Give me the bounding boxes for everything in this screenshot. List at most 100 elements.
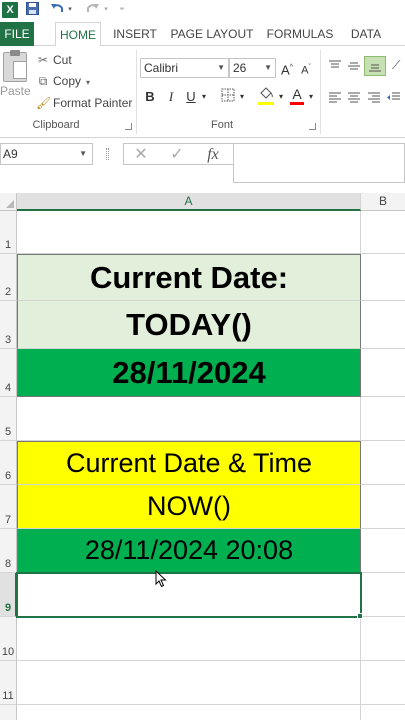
indent-icon: [387, 92, 400, 100]
formula-input[interactable]: [233, 143, 405, 183]
row-header-2[interactable]: 2: [0, 254, 17, 301]
x-icon[interactable]: ✕: [130, 144, 152, 166]
cell-a11[interactable]: [17, 661, 361, 705]
fill-handle[interactable]: [357, 613, 363, 619]
row-number: 1: [4, 239, 12, 251]
align-top-button[interactable]: [328, 60, 342, 75]
cell-a3[interactable]: TODAY(): [17, 301, 361, 349]
customize-toolbar-icon[interactable]: ⁼: [118, 2, 126, 18]
italic-button[interactable]: I: [164, 88, 178, 106]
row-header-6[interactable]: 6: [0, 441, 17, 485]
cell-b5[interactable]: [361, 397, 405, 441]
tab-home[interactable]: HOME: [55, 22, 101, 47]
fill-color-dropdown-icon[interactable]: ▾: [276, 88, 286, 106]
cell-b7[interactable]: [361, 485, 405, 529]
format-painter-button[interactable]: 🖌 Format Painter: [36, 95, 132, 111]
cell-b3[interactable]: [361, 301, 405, 349]
cell-b10[interactable]: [361, 617, 405, 661]
paste-label: Paste: [0, 84, 31, 98]
cell-b1[interactable]: [361, 211, 405, 254]
cell-a7[interactable]: NOW(): [17, 485, 361, 529]
undo-dropdown-icon[interactable]: ▾: [66, 2, 74, 18]
row-header-10[interactable]: 10: [0, 617, 17, 661]
cell-a5[interactable]: [17, 397, 361, 441]
tab-formulas[interactable]: FORMULAS: [265, 22, 335, 46]
row-header-9[interactable]: 9: [0, 573, 17, 617]
cell-a2[interactable]: Current Date:: [17, 254, 361, 301]
align-right-button[interactable]: [367, 91, 381, 106]
row-header-4[interactable]: 4: [0, 349, 17, 397]
cell-b4[interactable]: [361, 349, 405, 397]
cell-a1[interactable]: [17, 211, 361, 254]
row-header-8[interactable]: 8: [0, 529, 17, 573]
column-header-b[interactable]: B: [361, 193, 405, 211]
align-left-button[interactable]: [328, 91, 342, 106]
align-center-button[interactable]: [347, 91, 361, 106]
underline-dropdown-icon[interactable]: ▾: [199, 88, 209, 106]
save-icon[interactable]: [24, 2, 40, 18]
decrease-indent-button[interactable]: [387, 91, 401, 106]
cell-b11[interactable]: [361, 661, 405, 705]
cell-b12[interactable]: [361, 705, 405, 720]
tab-page-layout[interactable]: PAGE LAYOUT: [170, 22, 254, 46]
cell-a6[interactable]: Current Date & Time: [17, 441, 361, 485]
mouse-pointer-icon: [155, 570, 167, 588]
redo-icon[interactable]: [84, 2, 102, 18]
row-header-7[interactable]: 7: [0, 485, 17, 529]
align-middle-button[interactable]: [347, 60, 361, 75]
column-header-a[interactable]: A: [17, 193, 361, 211]
formula-buttons: ✕ ✓ fx: [123, 143, 233, 165]
tab-insert[interactable]: INSERT: [110, 22, 160, 46]
cell-a12[interactable]: [17, 705, 361, 720]
cell-a4[interactable]: 28/11/2024: [17, 349, 361, 397]
cell-b9[interactable]: [361, 573, 405, 617]
shrink-font-button[interactable]: Aˇ: [300, 59, 312, 77]
align-center-icon: [348, 92, 360, 103]
clipboard-launcher-icon[interactable]: [125, 123, 132, 130]
row-header-5[interactable]: 5: [0, 397, 17, 441]
row-header-11[interactable]: 11: [0, 661, 17, 705]
redo-dropdown-icon[interactable]: ▾: [102, 2, 110, 18]
row-number: 2: [4, 286, 12, 298]
name-box[interactable]: A9 ▼: [0, 143, 93, 165]
undo-icon[interactable]: [48, 2, 66, 18]
checkmark-icon[interactable]: ✓: [166, 144, 188, 166]
cell-a10[interactable]: [17, 617, 361, 661]
copy-button[interactable]: ⧉ Copy ▾: [36, 73, 90, 89]
row-header-12[interactable]: [0, 705, 17, 720]
cell-b8[interactable]: [361, 529, 405, 573]
orientation-icon[interactable]: ⟋: [392, 58, 400, 73]
bold-button[interactable]: B: [143, 88, 157, 106]
row-number: 7: [4, 514, 12, 526]
grow-font-button[interactable]: A^: [281, 59, 293, 77]
font-name-select[interactable]: Calibri ▼: [140, 58, 229, 78]
tab-file[interactable]: FILE: [0, 22, 34, 46]
font-launcher-icon[interactable]: [309, 123, 316, 130]
cell-a8[interactable]: 28/11/2024 20:08: [17, 529, 361, 573]
fx-icon[interactable]: fx: [200, 144, 226, 166]
paste-icon: [3, 50, 27, 82]
tab-data[interactable]: DATA: [345, 22, 387, 46]
cell-b6[interactable]: [361, 441, 405, 485]
font-size-select[interactable]: 26 ▼: [229, 58, 276, 78]
row-header-1[interactable]: 1: [0, 211, 17, 254]
select-all-corner[interactable]: [0, 193, 17, 211]
font-color-button[interactable]: A: [290, 85, 304, 103]
grow-font-label: A: [281, 62, 290, 78]
grip-icon: [106, 148, 109, 160]
align-bottom-button[interactable]: [364, 56, 386, 76]
row-number: 6: [4, 470, 12, 482]
underline-button[interactable]: U: [184, 88, 198, 106]
paintbrush-icon: 🖌: [36, 96, 52, 110]
cut-button[interactable]: ✂ Cut: [36, 52, 72, 68]
font-group-label: Font: [210, 119, 233, 131]
scissors-icon: ✂: [37, 53, 49, 67]
copy-icon: ⧉: [38, 74, 48, 88]
font-color-dropdown-icon[interactable]: ▾: [306, 88, 316, 106]
shrink-font-label: A: [301, 64, 309, 77]
borders-button[interactable]: [220, 88, 236, 106]
row-header-3[interactable]: 3: [0, 301, 17, 349]
cell-b2[interactable]: [361, 254, 405, 301]
borders-dropdown-icon[interactable]: ▾: [237, 88, 247, 106]
quick-access-toolbar: X ▾ ▾ ⁼: [0, 0, 405, 22]
